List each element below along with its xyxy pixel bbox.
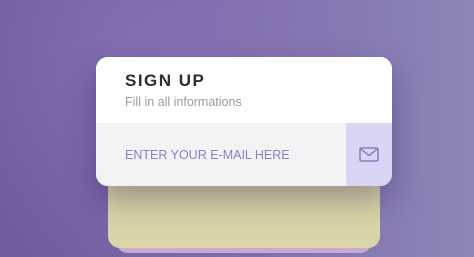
- email-input[interactable]: [96, 123, 346, 186]
- signup-title: SIGN UP: [125, 71, 206, 90]
- signup-header: SIGN UP Fill in all informations: [96, 57, 392, 123]
- signup-subtitle: Fill in all informations: [125, 95, 242, 109]
- email-row: [96, 123, 392, 186]
- signup-card: SIGN UP Fill in all informations: [96, 57, 392, 186]
- envelope-icon: [359, 147, 379, 162]
- submit-button[interactable]: [346, 123, 392, 186]
